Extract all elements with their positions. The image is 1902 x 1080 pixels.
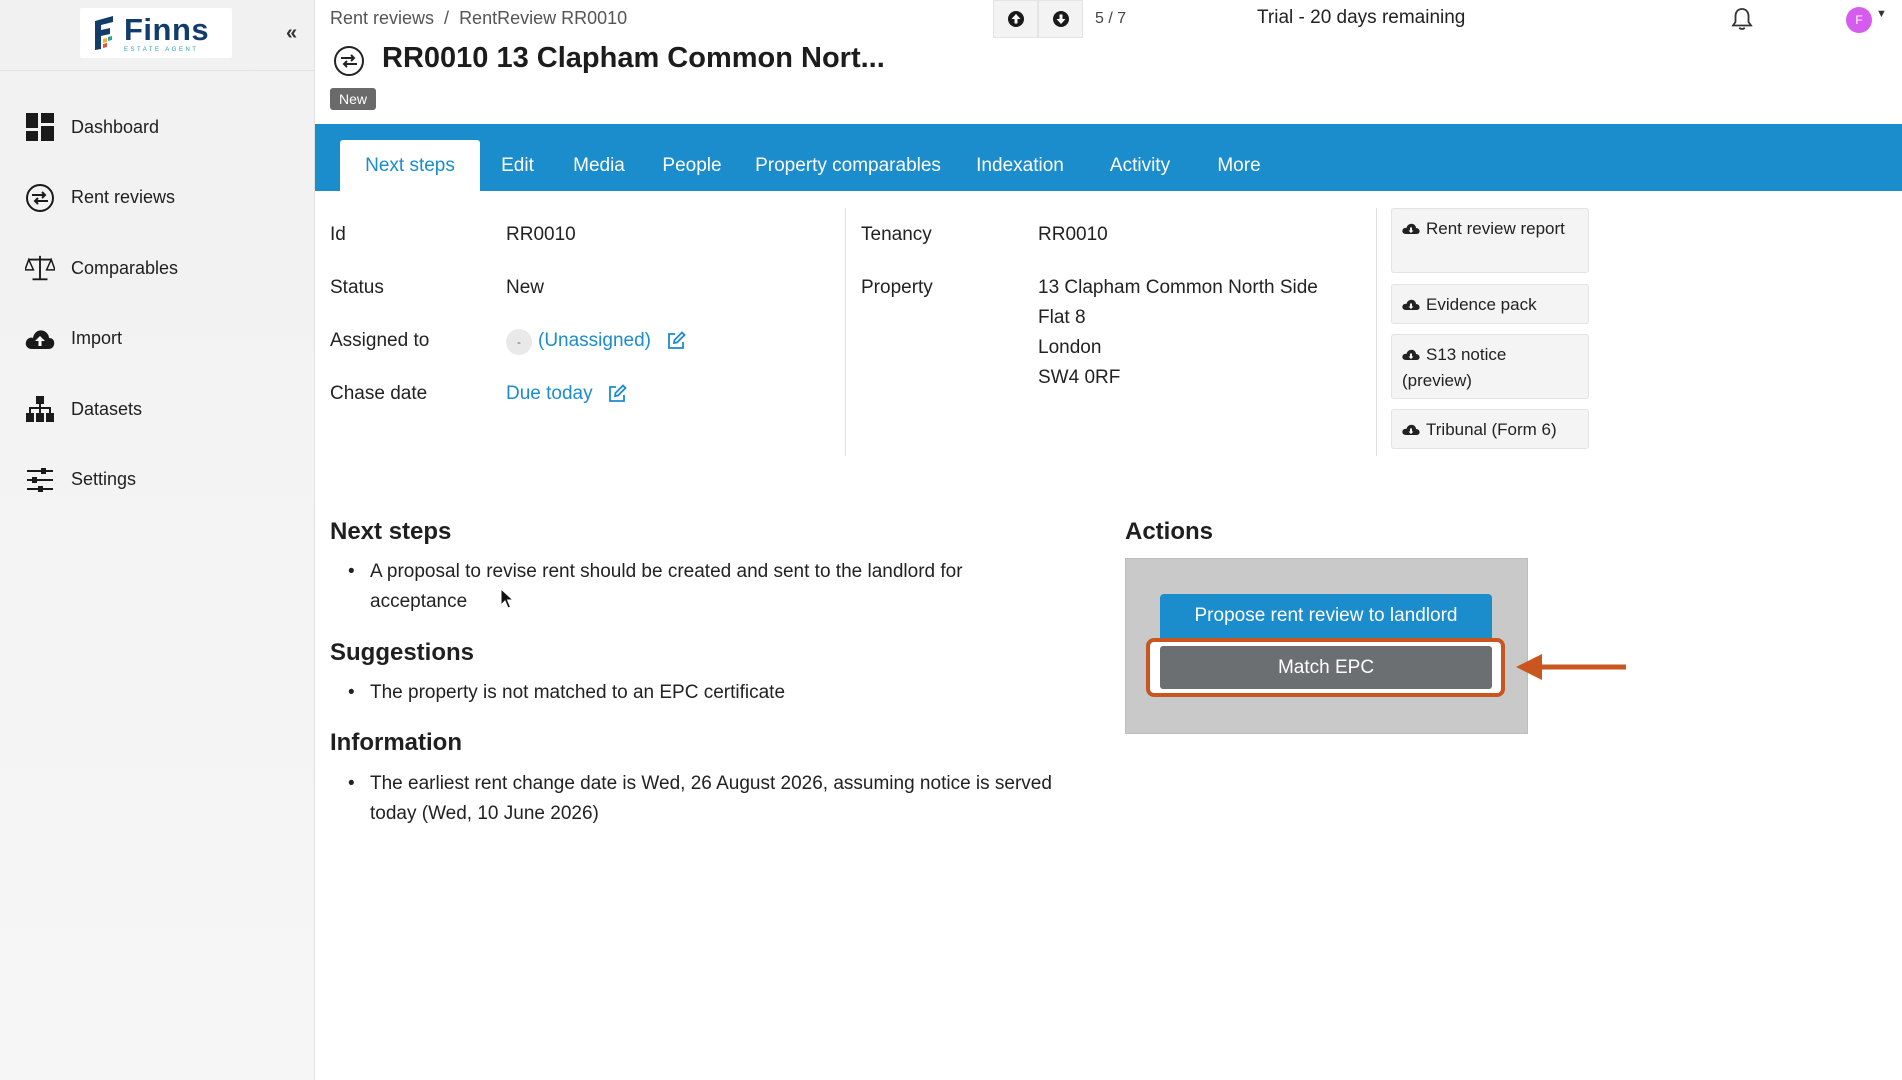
actions-heading: Actions	[1125, 518, 1214, 545]
status-label: Status	[330, 277, 384, 298]
tab-indexation[interactable]: Indexation	[955, 140, 1085, 191]
rent-review-icon	[25, 183, 55, 213]
edit-chase-date-icon[interactable]	[607, 384, 627, 404]
property-address-line: SW4 0RF	[1038, 367, 1121, 388]
user-avatar[interactable]: F	[1846, 7, 1872, 33]
breadcrumb-separator: /	[444, 8, 450, 28]
sidebar-item-datasets[interactable]: Datasets	[0, 374, 315, 445]
s13-notice-button[interactable]: S13 notice (preview)	[1391, 334, 1589, 399]
column-divider	[1376, 208, 1377, 456]
rent-review-report-label: Rent review report	[1426, 219, 1565, 238]
id-value: RR0010	[506, 224, 576, 245]
assigned-to-label: Assigned to	[330, 330, 430, 351]
propose-rent-review-button[interactable]: Propose rent review to landlord	[1160, 594, 1492, 638]
page-title: RR0010 13 Clapham Common Nort...	[382, 42, 885, 74]
sidebar-item-label: Rent reviews	[71, 187, 176, 208]
arrow-down-circle-icon	[1052, 11, 1069, 27]
logo-name: Finns	[124, 11, 210, 47]
property-label: Property	[861, 277, 933, 298]
id-label: Id	[330, 224, 346, 245]
sidebar-nav: Dashboard Rent reviews Comparables Impor…	[0, 92, 315, 515]
cloud-upload-icon	[25, 324, 55, 354]
cloud-download-icon	[1402, 424, 1420, 435]
chase-date-link[interactable]: Due today	[506, 383, 593, 405]
collapse-sidebar-button[interactable]: «	[286, 22, 297, 45]
chase-date-label: Chase date	[330, 383, 428, 404]
tab-more[interactable]: More	[1195, 140, 1283, 191]
previous-record-button[interactable]	[993, 0, 1038, 38]
suggestions-item: The property is not matched to an EPC ce…	[348, 678, 1060, 708]
dashboard-grid-icon	[25, 112, 55, 142]
tenancy-value[interactable]: RR0010	[1038, 224, 1108, 246]
assignee-avatar: -	[506, 329, 532, 355]
next-record-button[interactable]	[1038, 0, 1083, 38]
cloud-download-icon	[1402, 223, 1420, 234]
sidebar-item-rent-reviews[interactable]: Rent reviews	[0, 163, 315, 234]
information-heading: Information	[330, 729, 462, 756]
property-address-line: Flat 8	[1038, 307, 1086, 328]
scales-icon	[25, 253, 55, 283]
sidebar-item-label: Comparables	[71, 257, 179, 278]
tenancy-label: Tenancy	[861, 224, 932, 245]
pointer-arrow-icon	[1516, 654, 1626, 680]
next-steps-item: A proposal to revise rent should be crea…	[348, 557, 1060, 617]
tab-bar: Next steps Edit Media People Property co…	[315, 124, 1902, 191]
trial-status: Trial - 20 days remaining	[1257, 7, 1466, 28]
evidence-pack-button[interactable]: Evidence pack	[1391, 284, 1589, 324]
sidebar-item-label: Settings	[71, 469, 137, 490]
breadcrumb-current: RentReview RR0010	[459, 8, 628, 28]
sliders-icon	[25, 465, 55, 495]
information-item: The earliest rent change date is Wed, 26…	[348, 769, 1100, 829]
tribunal-form-label: Tribunal (Form 6)	[1426, 420, 1557, 439]
rent-review-title-icon	[334, 46, 364, 76]
logo-subtitle: ESTATE AGENT	[124, 46, 199, 53]
property-address[interactable]: 13 Clapham Common North Side Flat 8 Lond…	[1038, 273, 1318, 393]
property-address-line: London	[1038, 337, 1102, 358]
sidebar-item-label: Import	[71, 328, 123, 349]
sidebar-divider	[0, 70, 315, 71]
evidence-pack-label: Evidence pack	[1426, 295, 1537, 314]
mouse-cursor-icon	[500, 588, 514, 609]
finns-logo-mark-icon	[95, 16, 113, 50]
edit-assignee-icon[interactable]	[666, 331, 686, 351]
tab-edit[interactable]: Edit	[480, 140, 555, 191]
user-menu-caret-icon[interactable]: ▼	[1876, 8, 1887, 20]
sidebar-item-settings[interactable]: Settings	[0, 445, 315, 516]
rent-review-report-button[interactable]: Rent review report	[1391, 208, 1589, 273]
tab-next-steps[interactable]: Next steps	[340, 140, 480, 191]
status-value: New	[506, 277, 545, 298]
sidebar-item-label: Dashboard	[71, 116, 160, 137]
breadcrumb: Rent reviews / RentReview RR0010	[330, 8, 627, 29]
sidebar-item-dashboard[interactable]: Dashboard	[0, 92, 315, 163]
notifications-bell-icon[interactable]	[1730, 6, 1754, 32]
column-divider	[845, 208, 846, 456]
tab-activity[interactable]: Activity	[1085, 140, 1195, 191]
sidebar-item-label: Datasets	[71, 398, 143, 419]
next-steps-heading: Next steps	[330, 518, 452, 545]
status-badge: New	[330, 88, 377, 110]
hierarchy-icon	[25, 394, 55, 424]
cloud-download-icon	[1402, 349, 1420, 360]
sidebar-item-import[interactable]: Import	[0, 304, 315, 375]
tab-people[interactable]: People	[643, 140, 741, 191]
match-epc-button[interactable]: Match EPC	[1160, 646, 1492, 689]
record-position: 5 / 7	[1095, 10, 1127, 27]
suggestions-heading: Suggestions	[330, 639, 475, 666]
tab-property-comparables[interactable]: Property comparables	[741, 140, 955, 191]
sidebar: Finns ESTATE AGENT « Dashboard Rent revi…	[0, 0, 315, 1080]
arrow-up-circle-icon	[1007, 11, 1024, 27]
cloud-download-icon	[1402, 299, 1420, 310]
property-address-line: 13 Clapham Common North Side	[1038, 277, 1318, 298]
tab-media[interactable]: Media	[555, 140, 643, 191]
sidebar-item-comparables[interactable]: Comparables	[0, 233, 315, 304]
tribunal-form-button[interactable]: Tribunal (Form 6)	[1391, 409, 1589, 449]
assigned-to-link[interactable]: (Unassigned)	[538, 330, 651, 352]
record-pager: 5 / 7	[993, 0, 1126, 38]
finns-logo[interactable]: Finns ESTATE AGENT	[80, 8, 232, 58]
breadcrumb-rent-reviews-link[interactable]: Rent reviews	[330, 8, 434, 29]
